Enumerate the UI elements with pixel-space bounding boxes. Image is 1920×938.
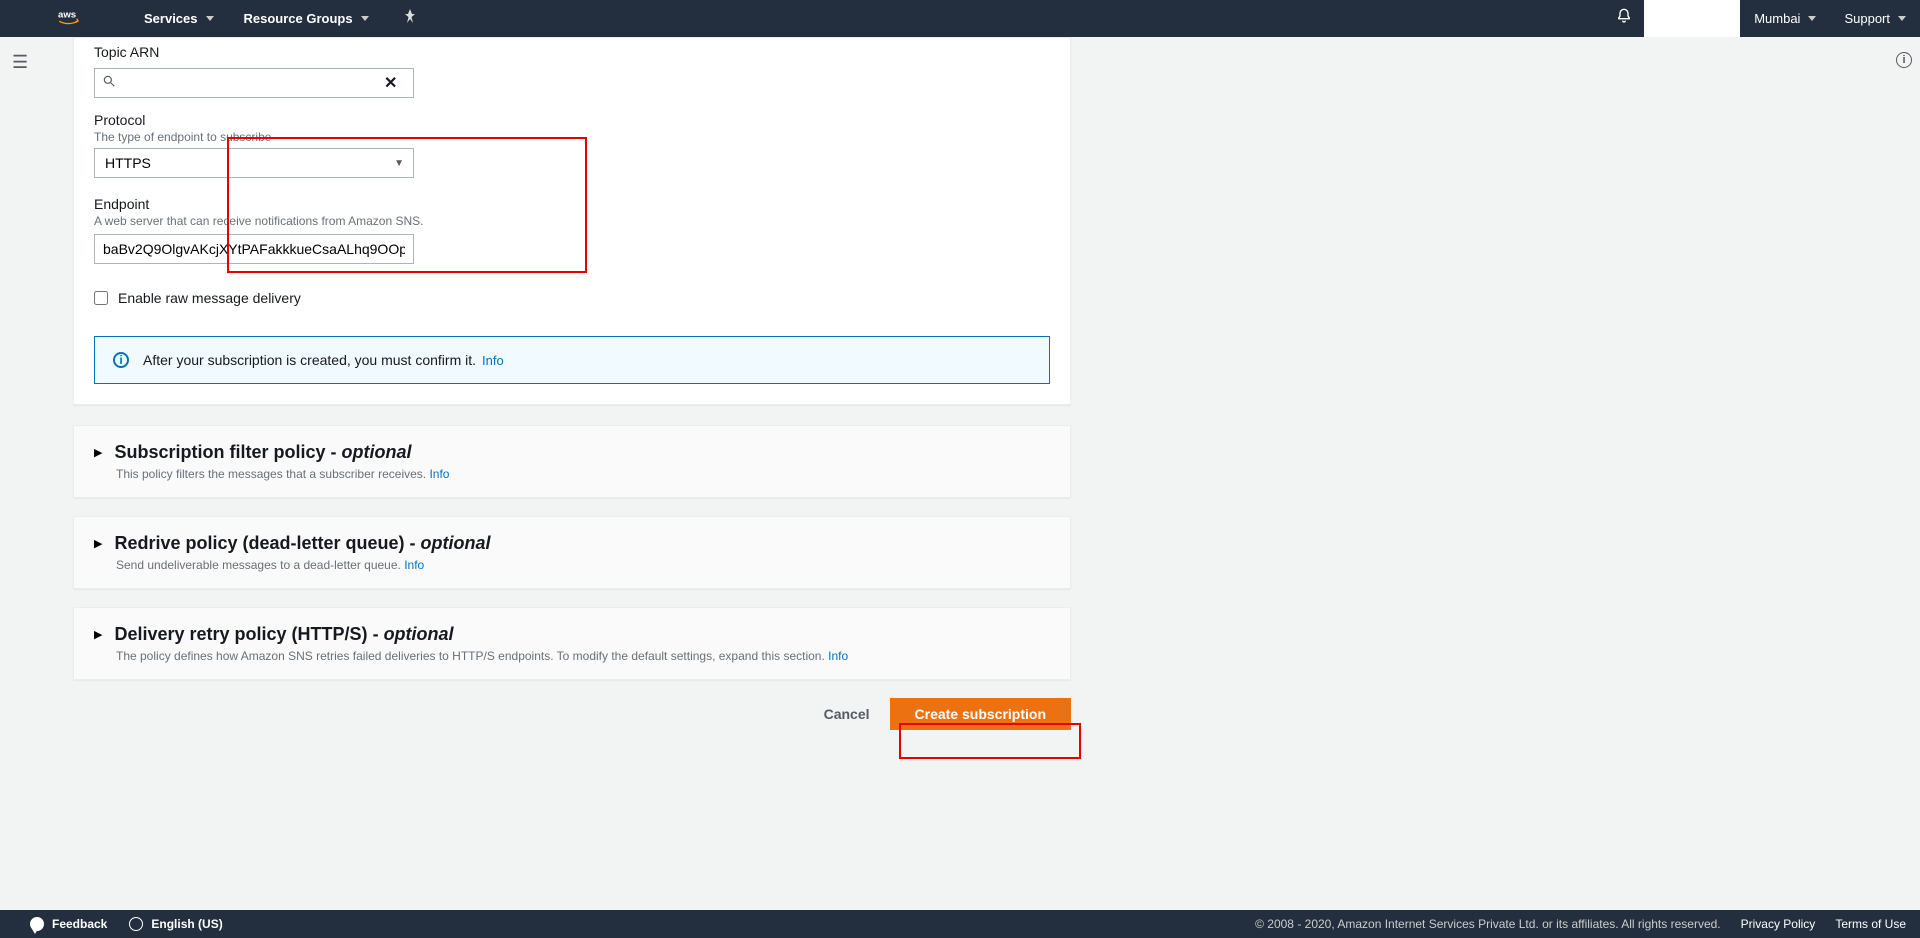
page-scroll-area[interactable]: Topic ARN ✕ Protocol The type of endpoin…	[0, 37, 1920, 910]
redrive-policy-panel: ▶ Redrive policy (dead-letter queue) - o…	[73, 516, 1071, 589]
confirm-info-text: After your subscription is created, you …	[143, 352, 476, 368]
terms-of-use-link[interactable]: Terms of Use	[1835, 917, 1906, 931]
top-nav-bar: aws Services Resource Groups Mumbai Supp…	[0, 0, 1920, 37]
retry-policy-sub: The policy defines how Amazon SNS retrie…	[116, 649, 1050, 663]
nav-right: Mumbai Support	[1604, 0, 1920, 37]
expand-triangle-icon: ▶	[94, 628, 102, 641]
info-icon: i	[113, 352, 129, 368]
feedback-link[interactable]: Feedback	[30, 917, 107, 931]
svg-text:aws: aws	[58, 9, 76, 20]
confirm-info-link[interactable]: Info	[482, 353, 504, 368]
filter-policy-panel: ▶ Subscription filter policy - optional …	[73, 425, 1071, 498]
protocol-select[interactable]: HTTPS ▼	[94, 148, 414, 178]
confirm-info-alert: i After your subscription is created, yo…	[94, 336, 1050, 384]
protocol-label: Protocol	[94, 112, 1050, 128]
caret-down-icon	[206, 16, 214, 21]
redrive-policy-header[interactable]: ▶ Redrive policy (dead-letter queue) - o…	[94, 533, 1050, 554]
filter-policy-sub: This policy filters the messages that a …	[116, 467, 1050, 481]
filter-policy-info-link[interactable]: Info	[429, 467, 449, 481]
form-actions: Cancel Create subscription	[73, 698, 1071, 750]
endpoint-input[interactable]	[94, 234, 414, 264]
details-panel: Topic ARN ✕ Protocol The type of endpoin…	[73, 37, 1071, 405]
protocol-select-wrap: HTTPS ▼	[94, 148, 414, 178]
region-label: Mumbai	[1754, 11, 1800, 26]
create-subscription-button[interactable]: Create subscription	[890, 698, 1071, 730]
caret-down-icon	[1808, 16, 1816, 21]
nav-services-label: Services	[144, 11, 198, 26]
aws-logo[interactable]: aws	[58, 8, 94, 30]
raw-delivery-checkbox[interactable]	[94, 291, 108, 305]
pin-icon[interactable]	[404, 9, 416, 28]
footer-copyright: © 2008 - 2020, Amazon Internet Services …	[1255, 917, 1721, 931]
raw-delivery-label: Enable raw message delivery	[118, 290, 301, 306]
retry-policy-header[interactable]: ▶ Delivery retry policy (HTTP/S) - optio…	[94, 624, 1050, 645]
nav-resource-groups-label: Resource Groups	[244, 11, 353, 26]
support-label: Support	[1844, 11, 1890, 26]
nav-account-gap	[1644, 0, 1740, 37]
filter-policy-header[interactable]: ▶ Subscription filter policy - optional	[94, 442, 1050, 463]
protocol-hint: The type of endpoint to subscribe	[94, 130, 414, 144]
globe-icon	[129, 917, 143, 931]
raw-delivery-row[interactable]: Enable raw message delivery	[94, 290, 1050, 306]
filter-policy-title: Subscription filter policy - optional	[114, 442, 411, 463]
clear-input-icon[interactable]: ✕	[384, 73, 397, 93]
language-selector[interactable]: English (US)	[129, 917, 222, 931]
caret-down-icon	[1898, 16, 1906, 21]
caret-down-icon	[361, 16, 369, 21]
content-column: Topic ARN ✕ Protocol The type of endpoin…	[73, 37, 1071, 750]
nav-services-menu[interactable]: Services	[144, 11, 214, 26]
redrive-policy-title: Redrive policy (dead-letter queue) - opt…	[114, 533, 490, 554]
topic-arn-input[interactable]	[94, 68, 414, 98]
dropdown-triangle-icon: ▼	[394, 158, 404, 169]
language-label: English (US)	[151, 917, 222, 931]
search-icon	[102, 74, 116, 93]
nav-resource-groups-menu[interactable]: Resource Groups	[244, 11, 369, 26]
cancel-button[interactable]: Cancel	[804, 698, 890, 730]
speech-bubble-icon	[30, 917, 44, 931]
region-selector[interactable]: Mumbai	[1740, 0, 1830, 37]
expand-triangle-icon: ▶	[94, 537, 102, 550]
retry-policy-info-link[interactable]: Info	[828, 649, 848, 663]
endpoint-label: Endpoint	[94, 196, 1050, 212]
retry-policy-title: Delivery retry policy (HTTP/S) - optiona…	[114, 624, 453, 645]
protocol-value: HTTPS	[105, 155, 151, 171]
redrive-policy-info-link[interactable]: Info	[404, 558, 424, 572]
privacy-policy-link[interactable]: Privacy Policy	[1741, 917, 1816, 931]
endpoint-hint: A web server that can receive notificati…	[94, 214, 1050, 228]
support-menu[interactable]: Support	[1830, 0, 1920, 37]
topic-arn-search: ✕	[94, 68, 1050, 98]
notifications-bell-icon[interactable]	[1604, 8, 1644, 29]
topic-arn-label: Topic ARN	[94, 44, 1050, 60]
feedback-label: Feedback	[52, 917, 107, 931]
expand-triangle-icon: ▶	[94, 446, 102, 459]
redrive-policy-sub: Send undeliverable messages to a dead-le…	[116, 558, 1050, 572]
retry-policy-panel: ▶ Delivery retry policy (HTTP/S) - optio…	[73, 607, 1071, 680]
footer-bar: Feedback English (US) © 2008 - 2020, Ama…	[0, 910, 1920, 938]
